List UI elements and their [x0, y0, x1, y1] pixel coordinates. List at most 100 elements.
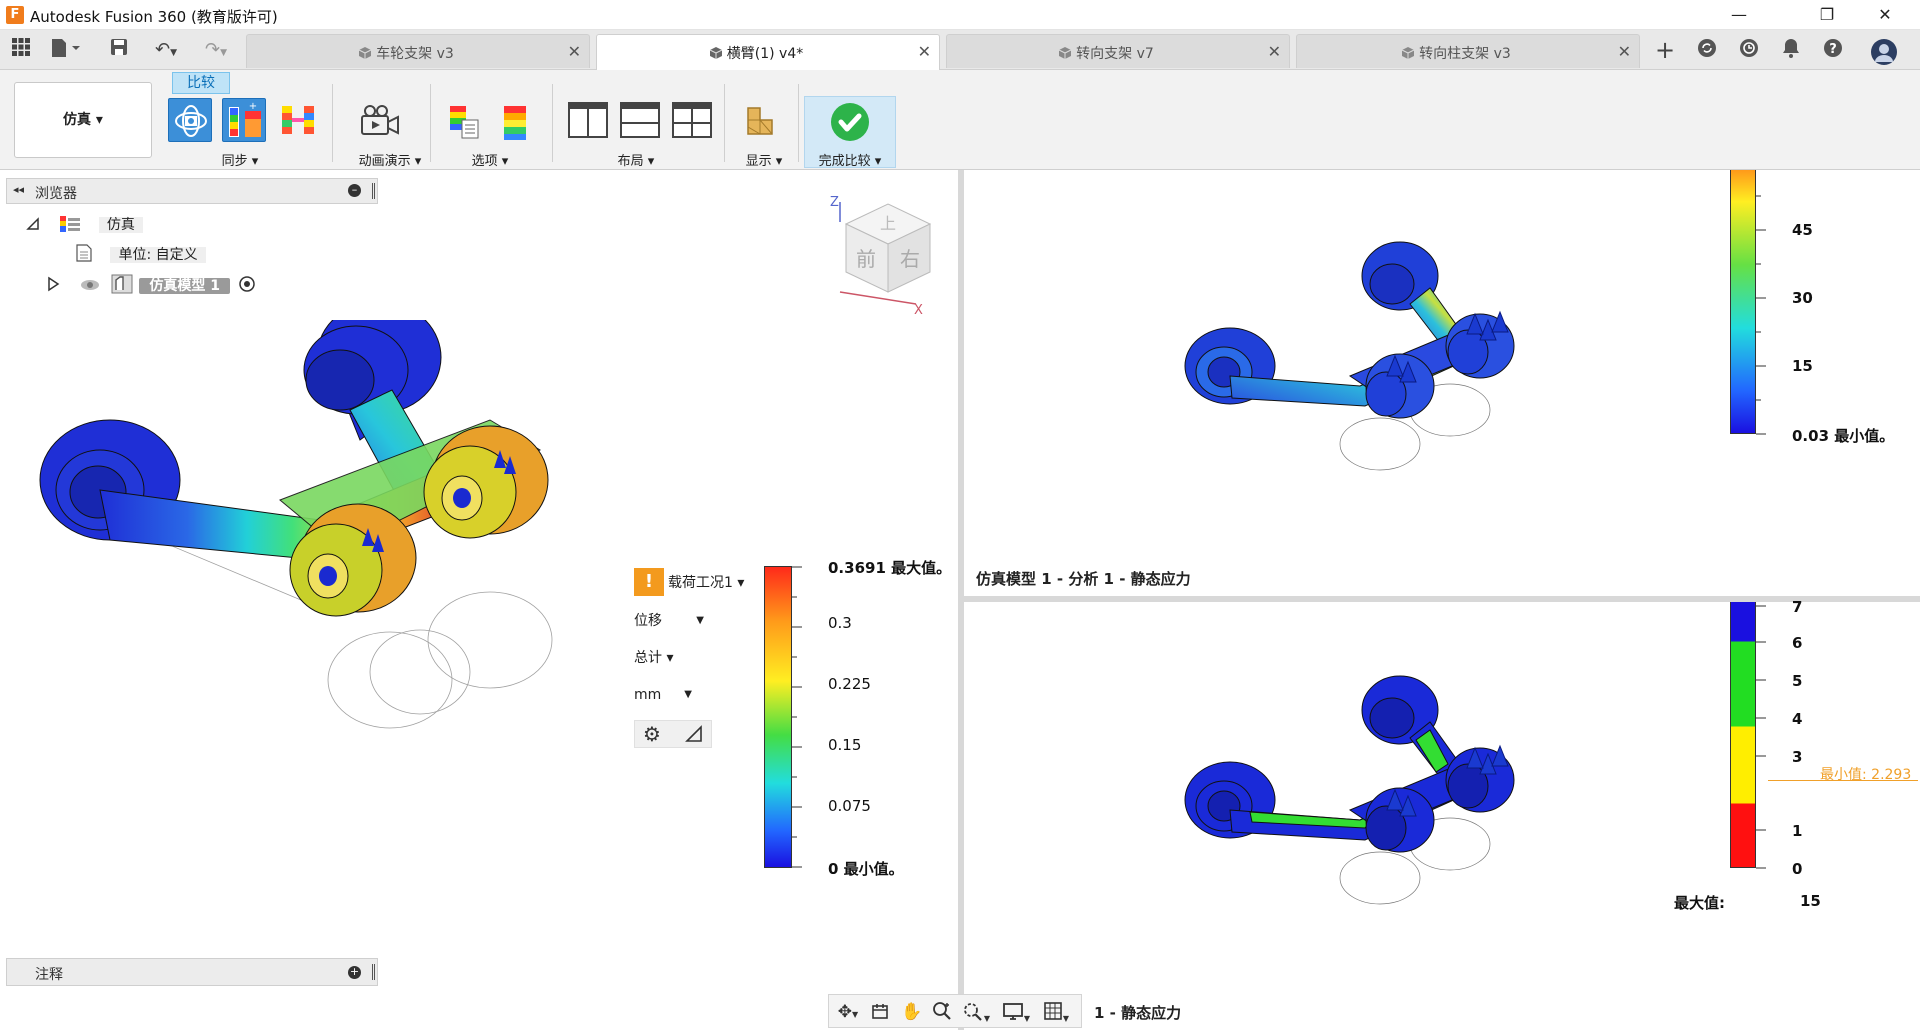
- result-type-dropdown[interactable]: 位移 ▼: [634, 608, 710, 634]
- top-right-legend-tick: 15: [1792, 357, 1813, 375]
- top-right-model-render[interactable]: [1180, 226, 1540, 476]
- main-legend-ticks: [792, 566, 802, 868]
- activate-radio-icon[interactable]: [238, 275, 256, 301]
- redo-icon[interactable]: ↷▼: [196, 38, 236, 62]
- layout-group-label[interactable]: 布局 ▾: [586, 150, 686, 169]
- close-tab-icon[interactable]: ✕: [1618, 42, 1631, 61]
- notifications-bell-icon[interactable]: [1778, 38, 1804, 62]
- gear-icon[interactable]: ⚙: [643, 722, 661, 746]
- view-cube-top-face[interactable]: 上: [880, 214, 896, 233]
- workspace-switcher-button[interactable]: 仿真 ▾: [14, 82, 152, 158]
- tab-steering-column-bracket[interactable]: 转向柱支架 v3 ✕: [1296, 34, 1640, 68]
- svg-text:+: +: [249, 101, 257, 112]
- sync-group-label[interactable]: 同步 ▾: [190, 150, 290, 169]
- main-legend-tick: 0.15: [828, 736, 862, 754]
- panel-grip-icon[interactable]: [372, 183, 375, 199]
- look-at-icon[interactable]: [869, 1001, 891, 1023]
- tab-wheel-bracket[interactable]: 车轮支架 v3 ✕: [246, 34, 590, 68]
- animate-button[interactable]: [358, 102, 402, 146]
- app-title: Autodesk Fusion 360 (教育版许可): [30, 8, 278, 26]
- legend-options-button[interactable]: [446, 102, 490, 146]
- visibility-eye-icon[interactable]: [80, 276, 100, 300]
- bottom-right-model-render[interactable]: [1180, 660, 1540, 910]
- chevron-down-icon: ▼: [696, 615, 704, 626]
- job-status-icon[interactable]: [1736, 38, 1762, 62]
- animate-group-label[interactable]: 动画演示 ▾: [340, 150, 440, 169]
- compare-tab[interactable]: 比较: [172, 72, 230, 94]
- display-settings-icon[interactable]: ▼: [999, 1001, 1033, 1023]
- title-bar: F Autodesk Fusion 360 (教育版许可) — ❐ ✕: [0, 0, 1920, 30]
- result-unit-dropdown[interactable]: mm ▼: [634, 682, 698, 708]
- browser-model-label: 仿真模型 1: [139, 278, 230, 294]
- result-type-value: 位移: [634, 613, 662, 629]
- finish-compare-check-icon[interactable]: [828, 100, 872, 144]
- browser-root-row[interactable]: 仿真: [26, 213, 143, 237]
- tab-label: 转向支架 v7: [1076, 46, 1154, 62]
- sync-camera-button[interactable]: [168, 98, 212, 142]
- top-right-legend-tick: 30: [1792, 289, 1813, 307]
- warning-icon[interactable]: !: [634, 568, 664, 596]
- view-cube-front-face[interactable]: 前: [856, 247, 876, 271]
- min-max-probe-icon[interactable]: [685, 725, 703, 747]
- component-icon: [709, 46, 723, 60]
- top-right-viewport-title: 仿真模型 1 - 分析 1 - 静态应力: [976, 570, 1191, 588]
- main-legend-bar: [764, 566, 792, 868]
- view-cube[interactable]: 上 前 右 Z X: [824, 195, 940, 318]
- main-model-render[interactable]: [20, 320, 640, 760]
- main-legend-min: 0 最小值。: [828, 860, 904, 878]
- file-menu-icon[interactable]: [50, 38, 80, 62]
- user-avatar[interactable]: [1870, 38, 1897, 65]
- bottom-right-max-value: 15: [1800, 892, 1821, 910]
- ribbon-divider: [430, 84, 431, 162]
- options-group-label[interactable]: 选项 ▾: [440, 150, 540, 169]
- close-window-icon[interactable]: ✕: [1862, 2, 1908, 28]
- tab-steering-bracket[interactable]: 转向支架 v7 ✕: [946, 34, 1290, 68]
- grid-settings-icon[interactable]: ▼: [1039, 1001, 1073, 1023]
- collapse-panel-icon[interactable]: ◂◂: [13, 183, 24, 196]
- restore-icon[interactable]: ❐: [1804, 2, 1850, 28]
- layout-quad-button[interactable]: [670, 100, 714, 144]
- app-grid-icon[interactable]: [8, 38, 34, 62]
- ribbon-divider: [552, 84, 553, 162]
- bottom-right-legend-tick: 6: [1792, 634, 1803, 652]
- load-case-dropdown[interactable]: 载荷工况1 ▾: [668, 570, 754, 596]
- zoom-icon[interactable]: [931, 1001, 953, 1023]
- save-icon[interactable]: [106, 38, 132, 62]
- expand-panel-icon[interactable]: +: [348, 966, 361, 979]
- browser-units-row[interactable]: 单位: 自定义: [76, 243, 206, 267]
- minimize-icon[interactable]: —: [1716, 2, 1762, 28]
- close-tab-icon[interactable]: ✕: [1268, 42, 1281, 61]
- tab-control-arm[interactable]: 横臂(1) v4* ✕: [596, 34, 940, 70]
- bottom-right-legend-tick: 5: [1792, 672, 1803, 690]
- simulation-model-icon: [111, 274, 133, 302]
- sync-status-icon[interactable]: [1694, 38, 1720, 62]
- sync-results-button[interactable]: [276, 100, 320, 144]
- tab-label: 转向柱支架 v3: [1419, 46, 1511, 62]
- minimize-panel-icon[interactable]: –: [348, 184, 361, 197]
- fit-window-icon[interactable]: ▼: [959, 1001, 993, 1023]
- view-cube-right-face[interactable]: 右: [900, 247, 920, 271]
- collapse-triangle-icon[interactable]: [26, 215, 40, 239]
- browser-title: 浏览器: [35, 186, 77, 202]
- svg-text:?: ?: [1829, 42, 1837, 57]
- contour-colors-button[interactable]: [498, 102, 542, 146]
- close-tab-icon[interactable]: ✕: [568, 42, 581, 61]
- browser-model-row[interactable]: 仿真模型 1: [46, 274, 256, 298]
- help-icon[interactable]: ?: [1820, 38, 1846, 62]
- finish-compare-label[interactable]: 完成比较 ▾: [804, 150, 896, 169]
- orbit-icon[interactable]: ✥▼: [833, 1001, 863, 1023]
- panel-grip-icon[interactable]: [372, 964, 375, 980]
- component-icon: [1401, 46, 1415, 60]
- layout-split-horizontal-button[interactable]: [618, 100, 662, 144]
- sync-legend-button[interactable]: +: [222, 98, 266, 142]
- new-tab-icon[interactable]: +: [1652, 38, 1678, 62]
- layout-split-vertical-button[interactable]: [566, 100, 610, 144]
- display-mesh-button[interactable]: [742, 102, 786, 146]
- undo-icon[interactable]: ↶▼: [146, 38, 186, 62]
- pan-hand-icon[interactable]: ✋: [901, 1001, 923, 1023]
- expand-triangle-icon[interactable]: [46, 276, 60, 300]
- result-component-dropdown[interactable]: 总计 ▾: [634, 645, 680, 671]
- component-icon: [1058, 46, 1072, 60]
- main-legend-tick: 0.225: [828, 675, 871, 693]
- close-tab-icon[interactable]: ✕: [918, 42, 931, 61]
